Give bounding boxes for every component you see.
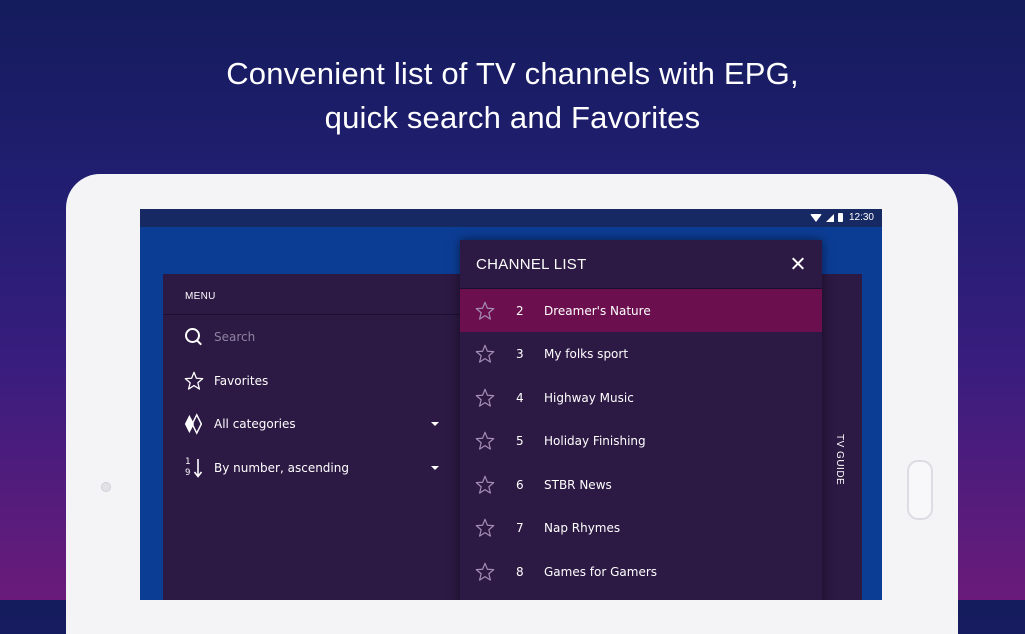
- sort-numeric-icon: 1 9: [183, 457, 205, 479]
- channel-name: Holiday Finishing: [544, 433, 646, 448]
- tv-guide-label: TV GUIDE: [834, 434, 845, 486]
- channel-row[interactable]: 7 Nap Rhymes: [460, 506, 822, 549]
- channel-list-panel: CHANNEL LIST 2 Dreamer's Nature 3 My fol…: [460, 240, 822, 600]
- camera-icon: [101, 482, 111, 492]
- categories-icon: [184, 413, 203, 435]
- channel-row[interactable]: 3 My folks sport: [460, 332, 822, 375]
- home-button: [907, 460, 933, 520]
- battery-icon: [837, 213, 843, 222]
- category-dropdown[interactable]: All categories: [183, 409, 453, 439]
- channel-number: 2: [516, 303, 524, 318]
- menu-panel: MENU Search Favorites All categories 1 9…: [163, 274, 463, 600]
- search-icon: [183, 326, 205, 348]
- channel-name: STBR News: [544, 477, 612, 492]
- channel-row[interactable]: 4 Highway Music: [460, 376, 822, 419]
- channel-list-header: CHANNEL LIST: [460, 240, 822, 289]
- sort-dropdown[interactable]: 1 9 By number, ascending: [183, 453, 453, 483]
- channel-row[interactable]: 5 Holiday Finishing: [460, 419, 822, 462]
- menu-title: MENU: [185, 291, 216, 302]
- sort-label: By number, ascending: [214, 461, 349, 475]
- channel-name: My folks sport: [544, 346, 629, 361]
- promo-line-2: quick search and Favorites: [324, 100, 701, 135]
- star-outline-icon[interactable]: [474, 387, 496, 409]
- status-bar: 12:30: [140, 209, 882, 227]
- dropdown-caret-icon: [431, 466, 439, 470]
- channel-name: Games for Gamers: [544, 564, 658, 579]
- favorites-label: Favorites: [214, 374, 269, 388]
- star-outline-icon[interactable]: [474, 343, 496, 365]
- channel-number: 8: [516, 564, 524, 579]
- channel-list-title: CHANNEL LIST: [476, 256, 587, 273]
- menu-divider: [163, 314, 463, 315]
- star-outline-icon[interactable]: [474, 300, 496, 322]
- sort-icon-bottom-digit: 9: [185, 468, 191, 478]
- sort-icon-top-digit: 1: [185, 457, 191, 467]
- channel-name: Nap Rhymes: [544, 520, 621, 535]
- tv-guide-tab[interactable]: TV GUIDE: [820, 274, 862, 600]
- search-input[interactable]: Search: [183, 322, 453, 352]
- channel-row[interactable]: 8 Games for Gamers: [460, 550, 822, 593]
- promo-line-1: Convenient list of TV channels with EPG,: [226, 56, 799, 91]
- promo-headline: Convenient list of TV channels with EPG,…: [0, 52, 1025, 140]
- wifi-icon: [809, 213, 822, 222]
- star-outline-icon: [184, 371, 204, 390]
- menu-item-favorites[interactable]: Favorites: [183, 366, 453, 396]
- search-placeholder: Search: [214, 330, 256, 344]
- channel-number: 3: [516, 346, 524, 361]
- star-outline-icon[interactable]: [474, 430, 496, 452]
- tablet-screen: 12:30 MENU Search Favorites All categori…: [140, 209, 882, 600]
- channel-number: 5: [516, 433, 524, 448]
- channel-number: 6: [516, 477, 524, 492]
- channel-name: Dreamer's Nature: [544, 303, 651, 318]
- channel-number: 7: [516, 520, 524, 535]
- status-time: 12:30: [848, 212, 874, 223]
- star-outline-icon[interactable]: [474, 474, 496, 496]
- channel-number: 4: [516, 390, 524, 405]
- category-label: All categories: [214, 417, 296, 431]
- star-outline-icon[interactable]: [474, 517, 496, 539]
- channel-row[interactable]: 2 Dreamer's Nature: [460, 289, 822, 332]
- star-outline-icon[interactable]: [474, 561, 496, 583]
- close-icon[interactable]: [788, 254, 808, 274]
- channel-row[interactable]: 6 STBR News: [460, 463, 822, 506]
- dropdown-caret-icon: [431, 422, 439, 426]
- channel-name: Highway Music: [544, 390, 634, 405]
- signal-icon: [825, 213, 834, 222]
